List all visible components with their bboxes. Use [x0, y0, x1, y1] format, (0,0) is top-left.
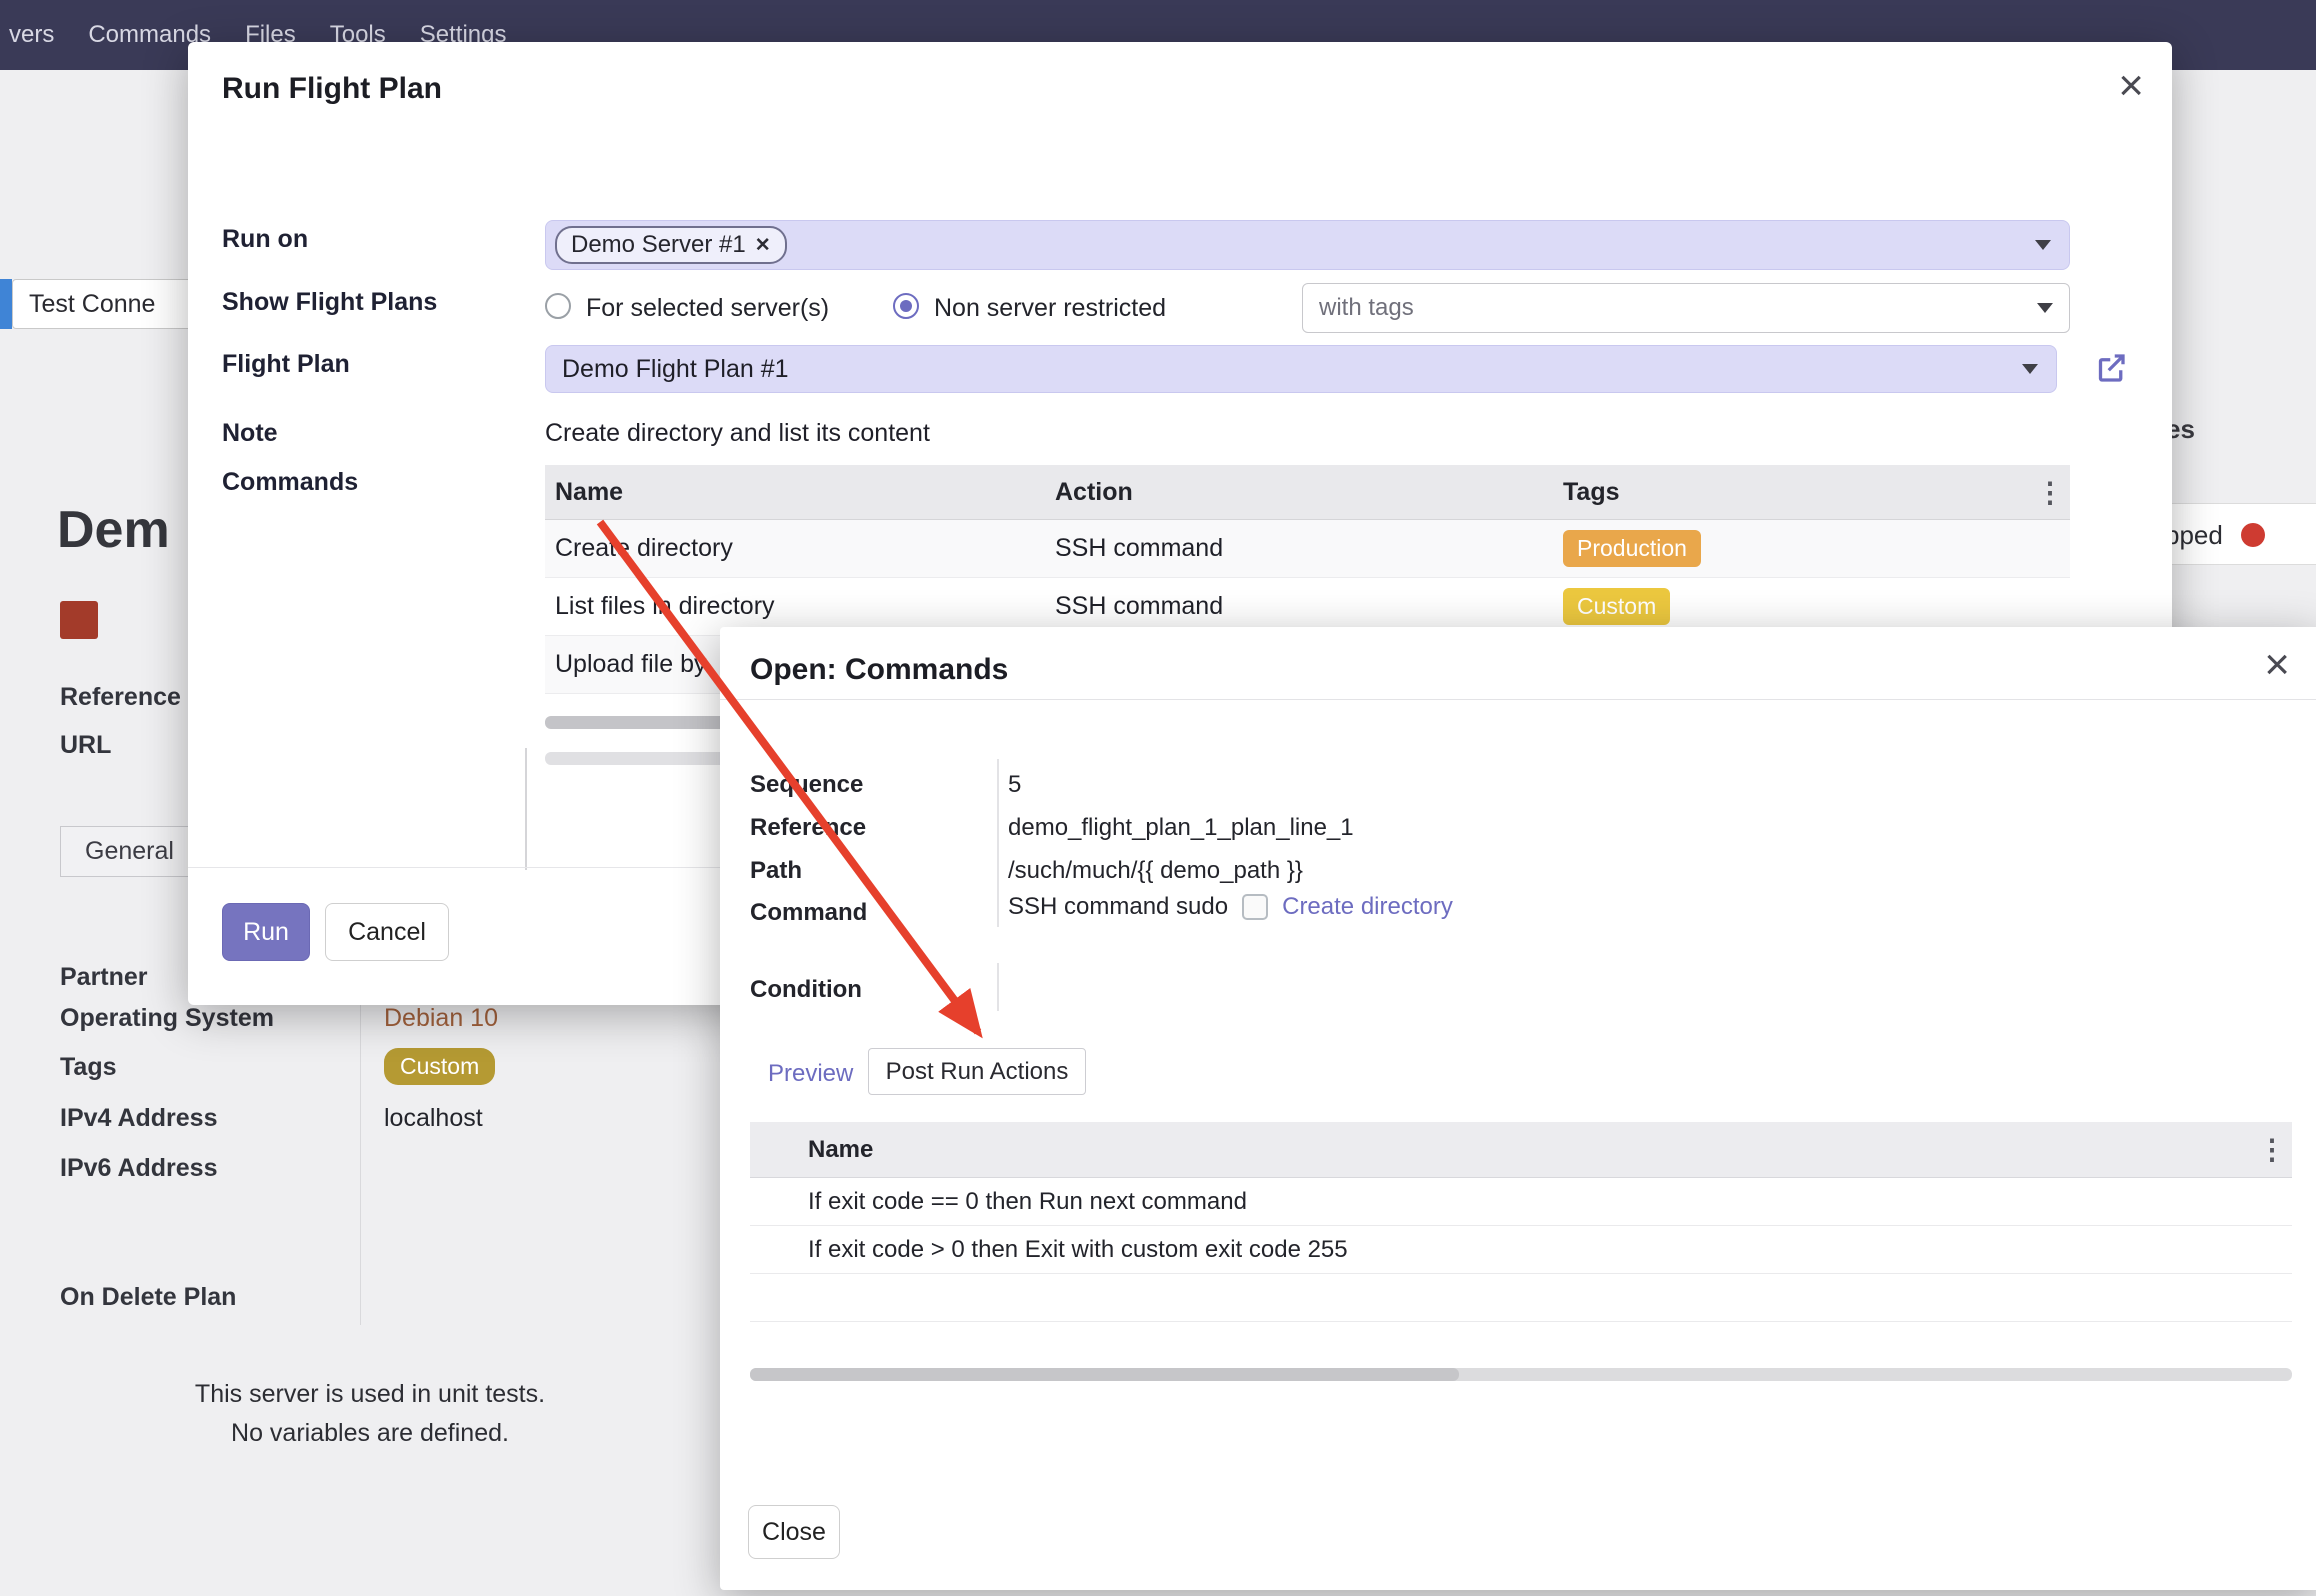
- divider: [997, 963, 999, 1011]
- unit-test-note-line2: No variables are defined.: [150, 1419, 590, 1448]
- condition-label: Condition: [750, 976, 862, 1004]
- command-value-row: SSH command sudo Create directory: [1008, 893, 1453, 921]
- path-label: Path: [750, 857, 802, 885]
- screen: vers Commands Files Tools Settings Test …: [0, 0, 2316, 1596]
- row-name: Create directory: [545, 534, 1055, 563]
- chevron-down-icon: [2037, 303, 2053, 313]
- flight-plan-label: Flight Plan: [222, 350, 350, 379]
- server-page-title: Dem: [57, 500, 170, 560]
- cancel-button[interactable]: Cancel: [325, 903, 449, 961]
- operating-system-label: Operating System: [60, 1004, 274, 1033]
- row-name: List files in directory: [545, 592, 1055, 621]
- on-delete-plan-label: On Delete Plan: [60, 1283, 236, 1312]
- command-value: SSH command sudo: [1008, 893, 1228, 921]
- external-link-icon[interactable]: [2093, 350, 2129, 386]
- tag-badge-custom: Custom: [1563, 588, 1670, 625]
- commands-table-header: Name Action Tags ⋮: [545, 465, 2070, 520]
- ipv6-label: IPv6 Address: [60, 1154, 217, 1183]
- kebab-menu-icon[interactable]: ⋮: [2252, 1133, 2292, 1166]
- show-flight-plans-label: Show Flight Plans: [222, 288, 437, 317]
- divider: [997, 759, 999, 927]
- table-row[interactable]: Create directory SSH command Production: [545, 520, 2070, 578]
- chevron-down-icon: [2035, 240, 2051, 250]
- with-tags-value: with tags: [1319, 294, 1414, 322]
- reference-label: Reference: [750, 814, 866, 842]
- operating-system-value[interactable]: Debian 10: [384, 1004, 498, 1033]
- row-name: If exit code == 0 then Run next command: [750, 1188, 1247, 1216]
- command-label: Command: [750, 899, 867, 927]
- run-on-label: Run on: [222, 225, 308, 254]
- status-text: pped: [2165, 520, 2223, 551]
- column-header-tags[interactable]: Tags: [1563, 478, 2030, 507]
- field-divider: [360, 995, 361, 1325]
- ipv4-label: IPv4 Address: [60, 1104, 217, 1133]
- header-divider: [720, 699, 2316, 700]
- url-label: URL: [60, 731, 111, 760]
- reference-label: Reference: [60, 683, 181, 712]
- run-modal-title: Run Flight Plan: [222, 72, 442, 106]
- divider: [525, 748, 527, 870]
- horizontal-scrollbar[interactable]: [750, 1368, 1459, 1381]
- server-tag-label: Demo Server #1: [571, 231, 746, 259]
- server-tag-chip[interactable]: Demo Server #1 ✕: [555, 226, 787, 264]
- commands-label: Commands: [222, 468, 358, 497]
- run-on-field[interactable]: Demo Server #1 ✕: [545, 220, 2070, 270]
- chevron-down-icon: [2022, 364, 2038, 374]
- radio-selected-servers[interactable]: [545, 293, 571, 319]
- tags-label: Tags: [60, 1053, 117, 1082]
- note-label: Note: [222, 419, 278, 448]
- commands-modal-title: Open: Commands: [750, 653, 1008, 687]
- tab-general[interactable]: General: [60, 826, 199, 877]
- row-name: If exit code > 0 then Exit with custom e…: [750, 1236, 1348, 1264]
- radio-selected-servers-label[interactable]: For selected server(s): [586, 294, 829, 323]
- unit-test-note-line1: This server is used in unit tests.: [150, 1380, 590, 1409]
- column-header-action[interactable]: Action: [1055, 478, 1563, 507]
- run-button[interactable]: Run: [222, 903, 310, 961]
- color-swatch[interactable]: [60, 601, 98, 639]
- table-row-empty: [750, 1274, 2292, 1322]
- ipv4-value: localhost: [384, 1104, 483, 1133]
- column-header-name[interactable]: Name: [545, 478, 1055, 507]
- sequence-value: 5: [1008, 771, 1021, 799]
- table-row[interactable]: If exit code > 0 then Exit with custom e…: [750, 1226, 2292, 1274]
- column-header-name[interactable]: Name: [750, 1136, 873, 1164]
- partial-primary-button[interactable]: [0, 279, 12, 329]
- status-dot-icon: [2241, 523, 2265, 547]
- row-action: SSH command: [1055, 592, 1563, 621]
- partner-label: Partner: [60, 963, 148, 992]
- post-run-table-header: Name ⋮: [750, 1122, 2292, 1178]
- flight-plan-note-text: Create directory and list its content: [545, 419, 930, 448]
- flight-plan-value: Demo Flight Plan #1: [562, 355, 789, 384]
- table-row[interactable]: If exit code == 0 then Run next command: [750, 1178, 2292, 1226]
- reference-value: demo_flight_plan_1_plan_line_1: [1008, 814, 1354, 842]
- open-commands-modal: Open: Commands × Sequence 5 Reference de…: [720, 627, 2316, 1590]
- post-run-actions-table: Name ⋮ If exit code == 0 then Run next c…: [750, 1122, 2292, 1322]
- scrollbar-track: [750, 1368, 2292, 1381]
- create-directory-link[interactable]: Create directory: [1282, 893, 1453, 921]
- with-tags-select[interactable]: with tags: [1302, 283, 2070, 333]
- close-icon[interactable]: ×: [2264, 643, 2290, 687]
- kebab-menu-icon[interactable]: ⋮: [2030, 476, 2070, 509]
- radio-non-server-restricted-label[interactable]: Non server restricted: [934, 294, 1166, 323]
- remove-tag-icon[interactable]: ✕: [755, 234, 771, 257]
- close-button[interactable]: Close: [748, 1505, 840, 1559]
- row-action: SSH command: [1055, 534, 1563, 563]
- tab-preview[interactable]: Preview: [768, 1060, 853, 1088]
- tag-badge-custom[interactable]: Custom: [384, 1048, 495, 1085]
- create-directory-checkbox[interactable]: [1242, 894, 1268, 920]
- flight-plan-field[interactable]: Demo Flight Plan #1: [545, 345, 2057, 393]
- close-icon[interactable]: ×: [2118, 64, 2144, 108]
- nav-item-servers[interactable]: vers: [0, 0, 71, 70]
- tag-badge-production: Production: [1563, 530, 1701, 567]
- path-value: /such/much/{{ demo_path }}: [1008, 857, 1303, 885]
- tab-post-run-actions[interactable]: Post Run Actions: [868, 1048, 1086, 1095]
- sequence-label: Sequence: [750, 771, 863, 799]
- radio-non-server-restricted[interactable]: [893, 293, 919, 319]
